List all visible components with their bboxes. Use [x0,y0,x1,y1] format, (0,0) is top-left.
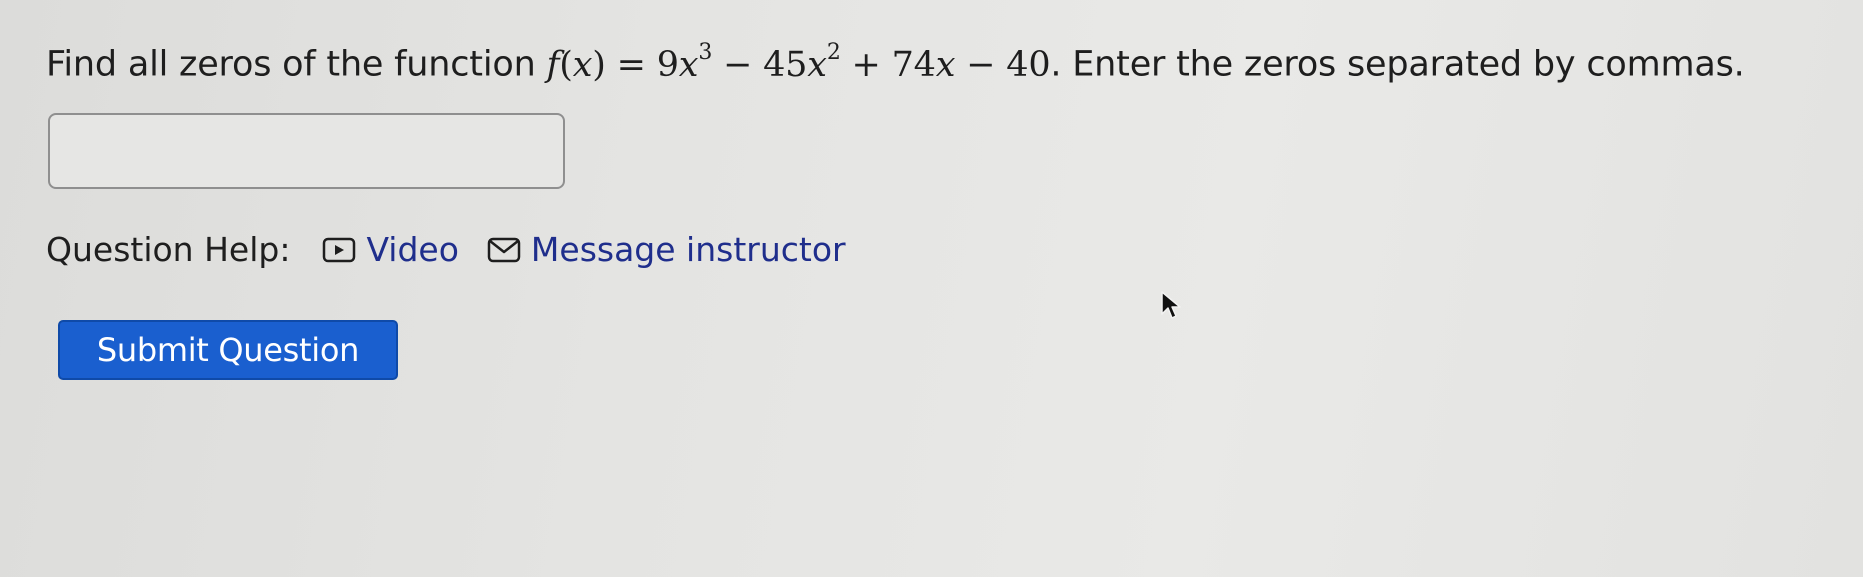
math-x: x [678,44,699,85]
math-term: − 45 [712,44,808,85]
video-play-icon [323,237,356,262]
submit-question-button[interactable]: Submit Question [58,320,398,380]
math-x: x [807,44,827,85]
question-text: Find all zeros of the function f(x) = 9x… [46,40,1745,85]
math-open: ( [559,44,573,85]
message-instructor-link[interactable]: Message instructor [487,230,846,269]
envelope-icon [487,237,521,262]
function-expression: f(x) = 9x3 − 45x2 + 74x − 40 [546,40,1051,85]
math-equals-term: ) = 9 [592,44,679,85]
answer-input[interactable] [48,113,565,189]
math-exponent: 2 [826,40,841,65]
mouse-pointer-icon [1161,291,1181,319]
math-f: f [546,44,560,85]
math-term: + 74 [840,44,936,85]
video-link[interactable]: Video [322,230,459,269]
math-x: x [935,44,956,85]
math-term: − 40 [955,44,1051,85]
message-instructor-label: Message instructor [530,230,846,269]
question-suffix: . Enter the zeros separated by commas. [1050,44,1745,85]
question-help-label: Question Help: [46,230,291,269]
question-help: Question Help: Video Message instructor [46,230,874,269]
math-x: x [572,44,593,85]
video-link-label: Video [366,230,459,269]
question-prefix: Find all zeros of the function [46,44,547,85]
math-exponent: 3 [698,40,713,65]
